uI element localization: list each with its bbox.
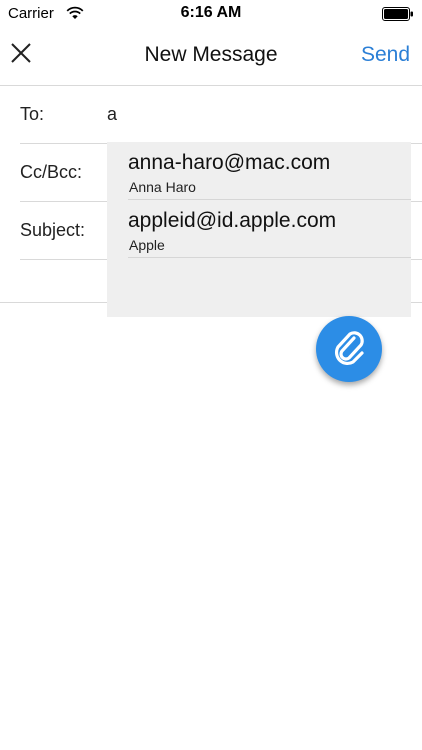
paperclip-icon xyxy=(334,331,364,366)
contact-suggestions-dropdown: anna-haro@mac.com Anna Haro appleid@id.a… xyxy=(107,142,411,317)
cc-bcc-label: Cc/Bcc: xyxy=(20,162,83,182)
divider xyxy=(128,257,411,258)
nav-bar: New Message Send xyxy=(0,28,422,86)
status-bar: Carrier 6:16 AM xyxy=(0,0,422,28)
to-field-row[interactable]: To: a xyxy=(20,86,422,144)
page-title: New Message xyxy=(144,43,278,66)
to-input[interactable]: a xyxy=(107,104,117,125)
suggestion-item[interactable]: appleid@id.apple.com Apple xyxy=(107,200,411,258)
clock: 6:16 AM xyxy=(180,4,242,21)
close-icon[interactable] xyxy=(10,42,32,64)
suggestion-email: anna-haro@mac.com xyxy=(128,151,331,174)
suggestion-item[interactable]: anna-haro@mac.com Anna Haro xyxy=(107,142,411,200)
suggestion-name: Anna Haro xyxy=(129,179,196,195)
subject-label: Subject: xyxy=(20,220,86,240)
suggestion-email: appleid@id.apple.com xyxy=(128,209,337,232)
attach-button[interactable] xyxy=(316,316,382,382)
battery-full-icon xyxy=(382,7,414,21)
suggestion-name: Apple xyxy=(129,237,165,253)
send-button[interactable]: Send xyxy=(361,43,410,67)
to-label: To: xyxy=(20,104,45,124)
